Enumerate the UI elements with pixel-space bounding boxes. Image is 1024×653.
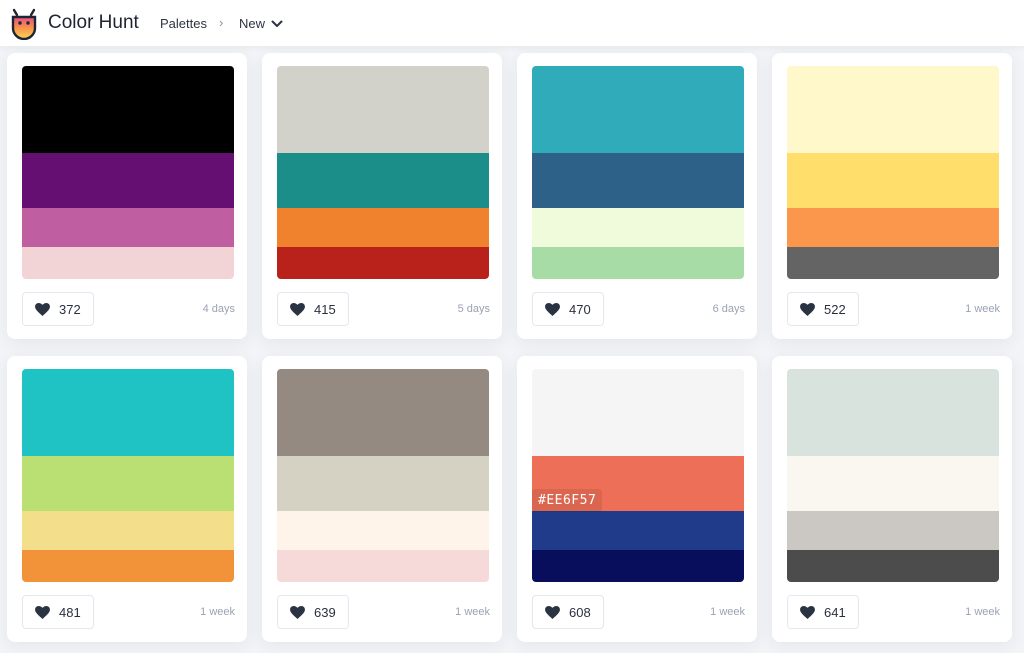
palette-card: 481 1 week — [7, 356, 247, 642]
heart-icon — [800, 605, 815, 619]
color-swatch[interactable] — [22, 456, 234, 511]
color-swatch[interactable] — [787, 511, 999, 550]
color-swatch[interactable] — [22, 511, 234, 550]
color-swatch[interactable] — [22, 369, 234, 456]
palette-card: #EE6F57 608 1 week — [517, 356, 757, 642]
palette-age: 5 days — [457, 303, 490, 315]
palette-swatches[interactable] — [787, 66, 999, 279]
color-swatch[interactable] — [532, 153, 744, 208]
sort-dropdown-label: New — [239, 16, 266, 31]
heart-icon — [290, 605, 305, 619]
heart-icon — [545, 302, 560, 316]
heart-icon — [35, 605, 50, 619]
color-swatch[interactable] — [22, 550, 234, 582]
palette-age: 1 week — [455, 606, 490, 618]
like-button[interactable]: 641 — [787, 595, 859, 629]
color-swatch[interactable] — [532, 247, 744, 279]
brand-name[interactable]: Color Hunt — [48, 12, 139, 34]
color-swatch[interactable] — [277, 247, 489, 279]
palette-card: 641 1 week — [772, 356, 1012, 642]
color-swatch[interactable] — [22, 66, 234, 153]
like-count: 372 — [59, 301, 81, 317]
palette-age: 1 week — [200, 606, 235, 618]
heart-icon — [800, 302, 815, 316]
color-swatch[interactable] — [787, 208, 999, 247]
color-swatch[interactable] — [277, 208, 489, 247]
color-swatch[interactable] — [532, 369, 744, 456]
palette-card: 415 5 days — [262, 53, 502, 339]
like-count: 470 — [569, 301, 591, 317]
heart-icon — [545, 605, 560, 619]
palette-card: 470 6 days — [517, 53, 757, 339]
like-button[interactable]: 415 — [277, 292, 349, 326]
like-button[interactable]: 470 — [532, 292, 604, 326]
like-button[interactable]: 481 — [22, 595, 94, 629]
heart-icon — [290, 302, 305, 316]
like-button[interactable]: 608 — [532, 595, 604, 629]
sort-dropdown[interactable]: New — [239, 16, 283, 31]
like-count: 641 — [824, 604, 846, 620]
color-swatch[interactable] — [22, 153, 234, 208]
like-button[interactable]: 372 — [22, 292, 94, 326]
color-swatch[interactable] — [277, 66, 489, 153]
like-count: 522 — [824, 301, 846, 317]
color-swatch[interactable] — [787, 66, 999, 153]
like-button[interactable]: 522 — [787, 292, 859, 326]
palette-age: 4 days — [202, 303, 235, 315]
color-swatch[interactable] — [277, 456, 489, 511]
palette-swatches[interactable] — [22, 66, 234, 279]
palette-card: 639 1 week — [262, 356, 502, 642]
color-swatch[interactable] — [787, 456, 999, 511]
palette-swatches[interactable]: #EE6F57 — [532, 369, 744, 582]
color-swatch[interactable] — [277, 550, 489, 582]
palette-age: 1 week — [710, 606, 745, 618]
palette-swatches[interactable] — [532, 66, 744, 279]
palette-swatches[interactable] — [277, 369, 489, 582]
color-swatch[interactable] — [22, 208, 234, 247]
color-swatch[interactable] — [22, 247, 234, 279]
like-count: 481 — [59, 604, 81, 620]
palette-swatches[interactable] — [787, 369, 999, 582]
color-swatch[interactable] — [277, 153, 489, 208]
like-count: 608 — [569, 604, 591, 620]
chevron-down-icon — [271, 20, 283, 27]
breadcrumb-separator: › — [219, 15, 224, 30]
color-swatch[interactable] — [787, 153, 999, 208]
color-swatch[interactable] — [532, 511, 744, 550]
color-swatch[interactable] — [532, 550, 744, 582]
color-swatch[interactable] — [277, 511, 489, 550]
heart-icon — [35, 302, 50, 316]
top-bar: Color Hunt Palettes › New — [0, 0, 1024, 46]
color-swatch[interactable] — [532, 66, 744, 153]
color-swatch[interactable] — [277, 369, 489, 456]
palette-age: 6 days — [712, 303, 745, 315]
palette-age: 1 week — [965, 606, 1000, 618]
color-hunt-logo[interactable] — [10, 8, 38, 40]
palette-card: 372 4 days — [7, 53, 247, 339]
color-swatch[interactable] — [787, 550, 999, 582]
palette-card: 522 1 week — [772, 53, 1012, 339]
color-swatch[interactable] — [532, 208, 744, 247]
palette-swatches[interactable] — [22, 369, 234, 582]
palette-age: 1 week — [965, 303, 1000, 315]
color-swatch[interactable] — [787, 247, 999, 279]
color-swatch[interactable] — [787, 369, 999, 456]
breadcrumb-palettes[interactable]: Palettes — [160, 16, 207, 31]
hex-code-label[interactable]: #EE6F57 — [532, 489, 603, 512]
palette-swatches[interactable] — [277, 66, 489, 279]
like-count: 415 — [314, 301, 336, 317]
like-button[interactable]: 639 — [277, 595, 349, 629]
like-count: 639 — [314, 604, 336, 620]
